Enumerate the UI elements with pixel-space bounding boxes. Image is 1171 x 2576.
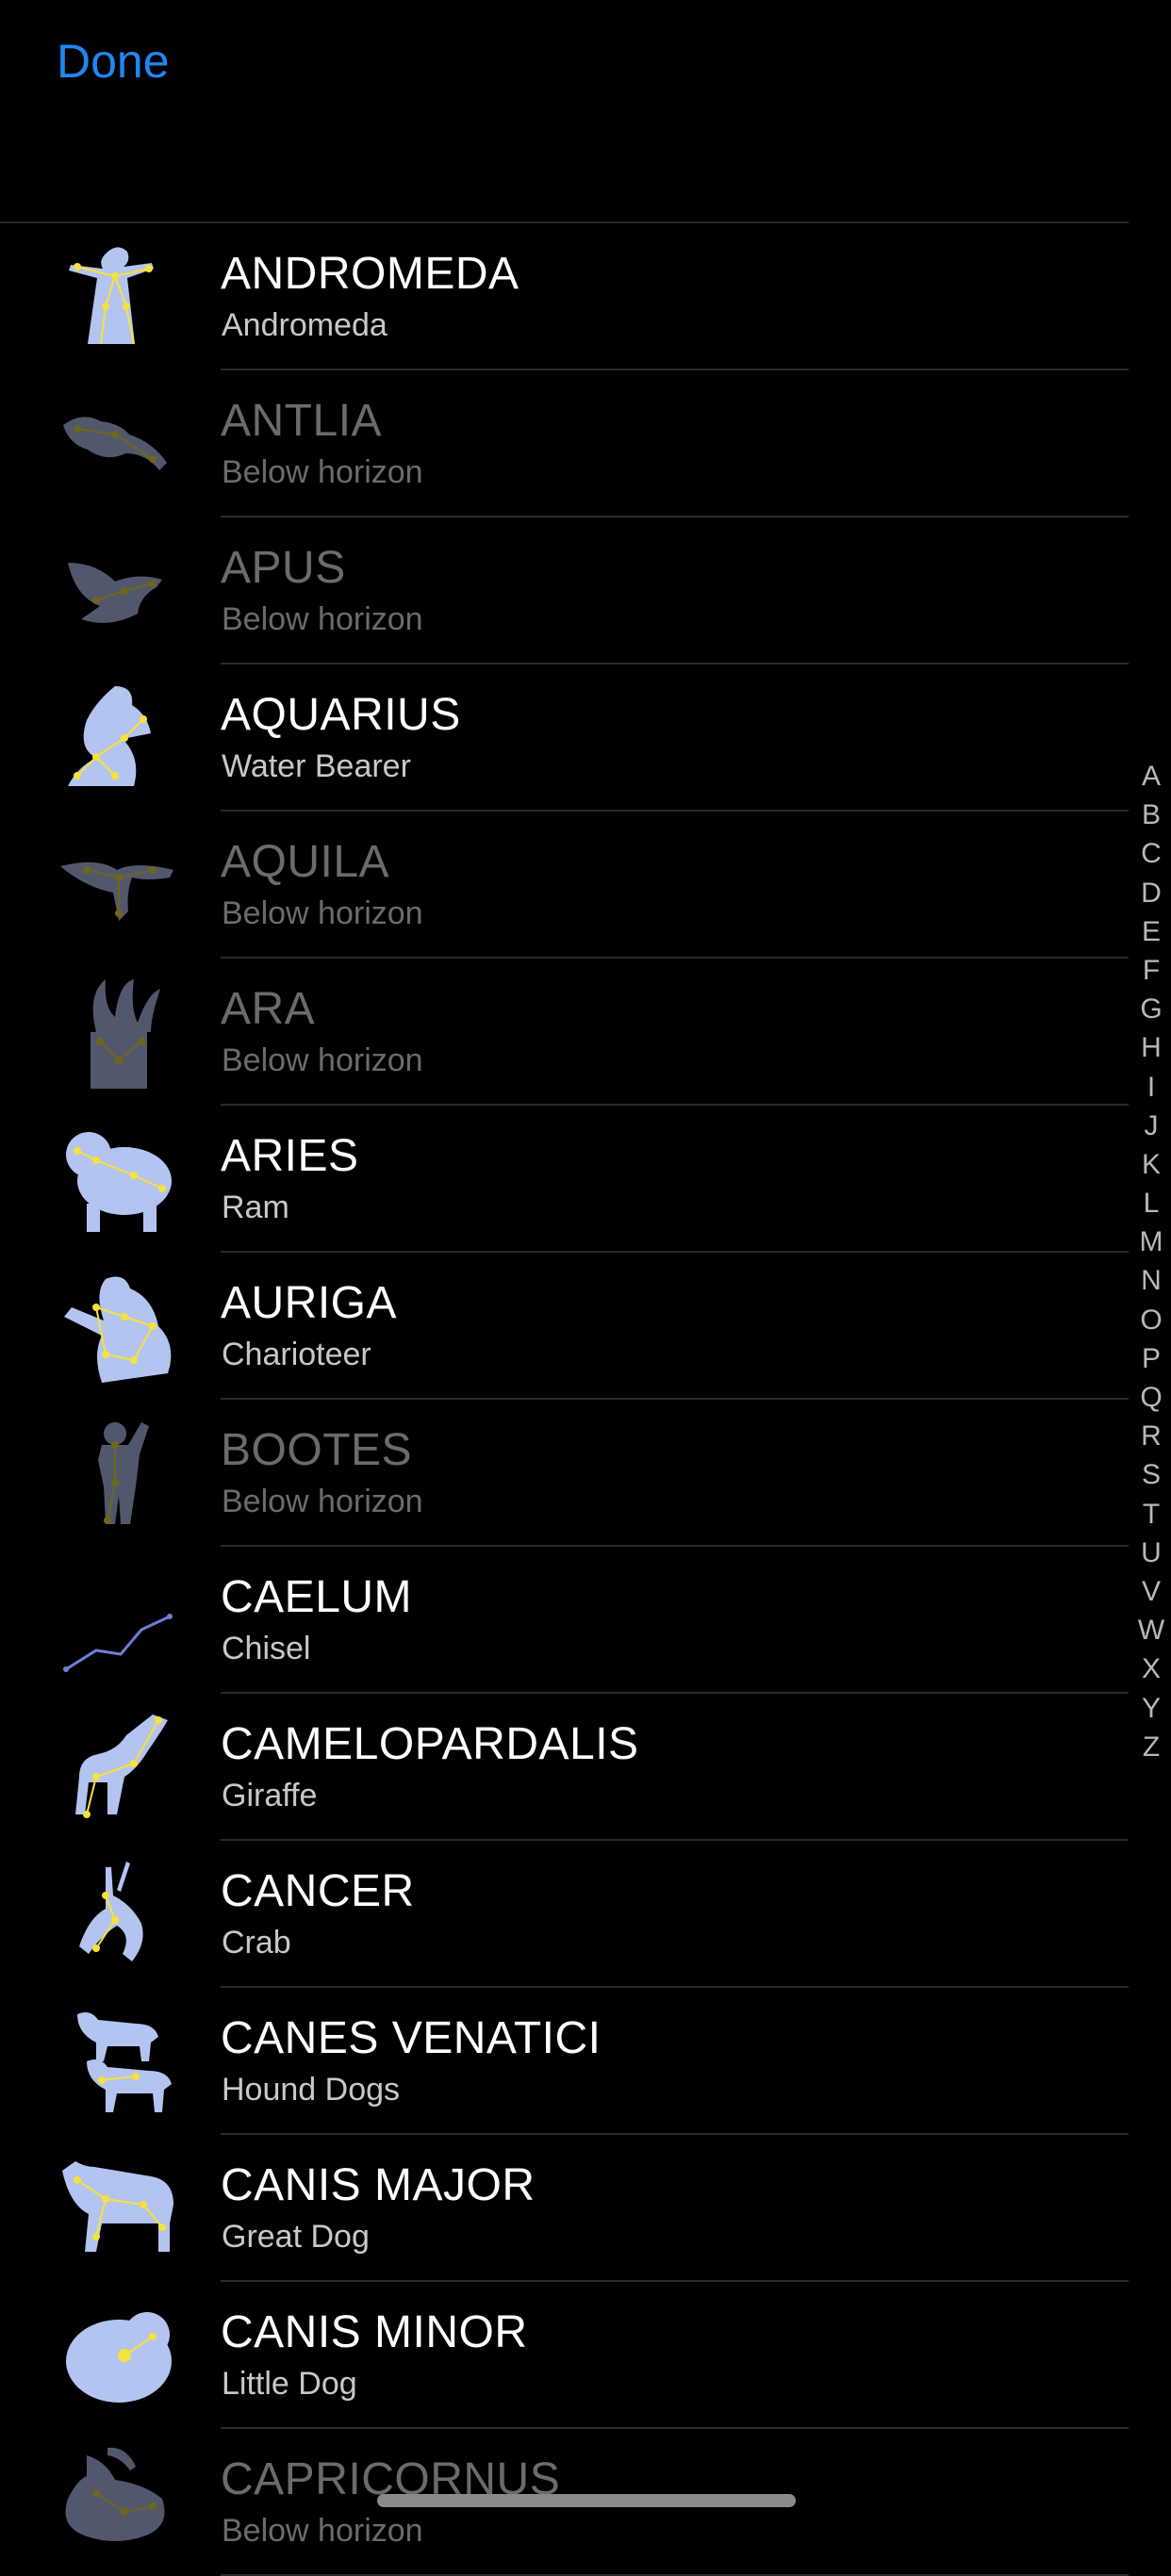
constellation-row[interactable]: AQUARIUS Water Bearer [0, 665, 1129, 812]
constellation-row[interactable]: ARIES Ram [0, 1106, 1129, 1253]
index-letter-i[interactable]: I [1131, 1068, 1171, 1107]
done-button[interactable]: Done [57, 28, 170, 94]
constellation-row[interactable]: CAMELOPARDALIS Giraffe [0, 1694, 1129, 1841]
constellation-subtitle: Charioteer [222, 1337, 371, 1372]
constellation-name: CAELUM [221, 1572, 413, 1622]
constellation-name: CANES VENATICI [221, 2013, 602, 2063]
constellation-name: APUS [221, 543, 346, 593]
caelum-lines-icon [58, 1564, 181, 1677]
constellation-name: ANDROMEDA [221, 249, 520, 299]
index-letter-e[interactable]: E [1131, 912, 1171, 951]
home-indicator[interactable] [377, 2494, 796, 2507]
aries-ram-icon [58, 1123, 181, 1236]
alphabet-index[interactable]: ABCDEFGHIJKLMNOPQRSTUVWXYZ [1131, 757, 1171, 1766]
constellation-name: AQUARIUS [221, 690, 461, 740]
constellation-subtitle: Below horizon [222, 1484, 423, 1519]
constellation-row[interactable]: BOOTES Below horizon [0, 1400, 1129, 1547]
constellation-name: ARA [221, 984, 316, 1034]
constellation-subtitle: Below horizon [222, 454, 423, 490]
ara-altar-icon [58, 976, 181, 1089]
auriga-figure-icon [58, 1270, 181, 1383]
constellation-name: ANTLIA [221, 396, 383, 446]
index-letter-y[interactable]: Y [1131, 1689, 1171, 1728]
index-letter-r[interactable]: R [1131, 1417, 1171, 1455]
aquarius-figure-icon [58, 681, 181, 795]
constellation-subtitle: Great Dog [222, 2219, 370, 2255]
constellation-subtitle: Below horizon [222, 1042, 423, 1078]
constellation-subtitle: Below horizon [222, 2513, 423, 2549]
constellation-subtitle: Ram [222, 1190, 289, 1225]
index-letter-c[interactable]: C [1131, 834, 1171, 873]
apus-bird-icon [58, 534, 181, 648]
constellation-name: CANIS MINOR [221, 2307, 528, 2357]
constellation-subtitle: Below horizon [222, 601, 423, 637]
index-letter-n[interactable]: N [1131, 1261, 1171, 1300]
capricornus-goat-icon [58, 2446, 181, 2559]
constellation-subtitle: Water Bearer [222, 748, 411, 784]
constellation-row[interactable]: CANIS MINOR Little Dog [0, 2282, 1129, 2429]
constellation-list[interactable]: ANDROMEDA Andromeda ANTLIA Below horizon APU… [0, 223, 1129, 2576]
constellation-subtitle: Chisel [222, 1631, 311, 1666]
constellation-name: AURIGA [221, 1278, 398, 1328]
constellation-subtitle: Below horizon [222, 895, 423, 931]
constellation-subtitle: Hound Dogs [222, 2072, 401, 2108]
index-letter-v[interactable]: V [1131, 1572, 1171, 1611]
constellation-name: CAMELOPARDALIS [221, 1719, 639, 1769]
constellation-name: BOOTES [221, 1425, 413, 1475]
constellation-row[interactable]: ANTLIA Below horizon [0, 370, 1129, 517]
constellation-row[interactable]: ARA Below horizon [0, 959, 1129, 1106]
index-letter-f[interactable]: F [1131, 951, 1171, 990]
camelopardalis-giraffe-icon [58, 1711, 181, 1824]
bootes-figure-icon [58, 1417, 181, 1530]
constellation-subtitle: Giraffe [222, 1778, 318, 1813]
index-letter-o[interactable]: O [1131, 1301, 1171, 1339]
index-letter-x[interactable]: X [1131, 1649, 1171, 1688]
navigation-bar: Done [0, 0, 1171, 222]
index-letter-j[interactable]: J [1131, 1107, 1171, 1145]
index-letter-w[interactable]: W [1131, 1611, 1171, 1649]
aquila-eagle-icon [58, 829, 181, 942]
constellation-name: ARIES [221, 1131, 359, 1181]
constellation-row[interactable]: CANES VENATICI Hound Dogs [0, 1988, 1129, 2135]
andromeda-figure-icon [58, 240, 181, 353]
index-letter-q[interactable]: Q [1131, 1378, 1171, 1417]
constellation-row[interactable]: CANIS MAJOR Great Dog [0, 2135, 1129, 2282]
canis-minor-dog-icon [58, 2299, 181, 2412]
canes-venatici-dogs-icon [58, 2005, 181, 2118]
constellation-name: AQUILA [221, 837, 390, 887]
index-letter-a[interactable]: A [1131, 757, 1171, 796]
index-letter-p[interactable]: P [1131, 1339, 1171, 1378]
index-letter-z[interactable]: Z [1131, 1728, 1171, 1766]
canis-major-dog-icon [58, 2152, 181, 2265]
index-letter-l[interactable]: L [1131, 1184, 1171, 1222]
index-letter-t[interactable]: T [1131, 1495, 1171, 1534]
constellation-subtitle: Little Dog [222, 2366, 357, 2402]
constellation-row[interactable]: CAELUM Chisel [0, 1547, 1129, 1694]
cancer-crab-icon [58, 1858, 181, 1971]
constellation-name: CANIS MAJOR [221, 2160, 536, 2210]
index-letter-d[interactable]: D [1131, 874, 1171, 912]
index-letter-b[interactable]: B [1131, 796, 1171, 834]
constellation-subtitle: Andromeda [222, 307, 388, 343]
index-letter-g[interactable]: G [1131, 990, 1171, 1028]
constellation-row[interactable]: ANDROMEDA Andromeda [0, 223, 1129, 370]
index-letter-k[interactable]: K [1131, 1145, 1171, 1184]
constellation-row[interactable]: CANCER Crab [0, 1841, 1129, 1988]
constellation-subtitle: Crab [222, 1925, 291, 1961]
index-letter-u[interactable]: U [1131, 1534, 1171, 1572]
constellation-name: CANCER [221, 1866, 415, 1916]
index-letter-h[interactable]: H [1131, 1028, 1171, 1067]
constellation-row[interactable]: AURIGA Charioteer [0, 1253, 1129, 1400]
antlia-figure-icon [58, 387, 181, 500]
index-letter-m[interactable]: M [1131, 1222, 1171, 1261]
constellation-row[interactable]: APUS Below horizon [0, 517, 1129, 665]
constellation-row[interactable]: AQUILA Below horizon [0, 812, 1129, 959]
index-letter-s[interactable]: S [1131, 1455, 1171, 1494]
